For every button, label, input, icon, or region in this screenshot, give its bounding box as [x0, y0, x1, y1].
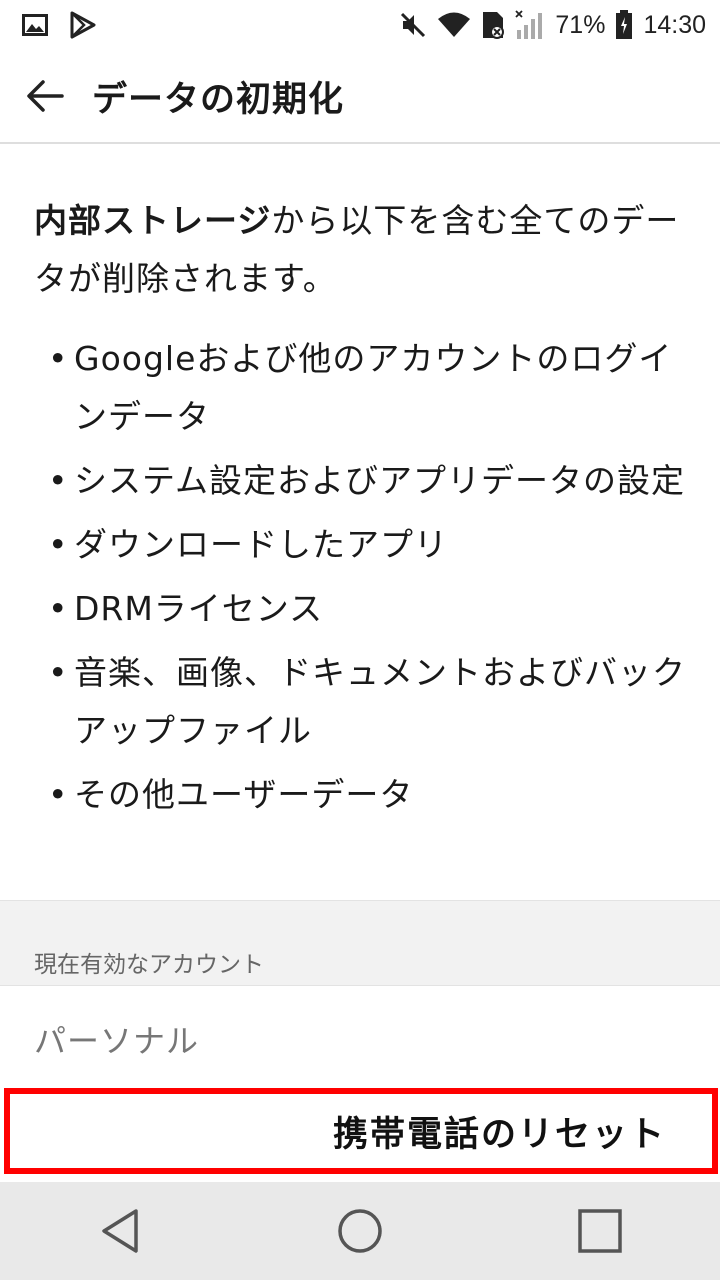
intro-text: 内部ストレージから以下を含む全てのデータが削除されます。 — [34, 192, 690, 308]
status-bar: 71% 14:30 — [0, 0, 720, 50]
nav-home-icon[interactable] — [330, 1201, 390, 1261]
accounts-section-header: 現在有効なアカウント — [0, 900, 720, 986]
play-store-icon — [70, 11, 96, 39]
screen: 71% 14:30 データの初期化 内部ストレージから以下を含む全てのデータが削… — [0, 0, 720, 1280]
back-arrow-icon[interactable] — [24, 75, 66, 117]
reset-phone-label: 携帯電話のリセット — [332, 1114, 666, 1155]
bullet-mark: • — [48, 461, 69, 500]
bullet-mark: • — [48, 525, 69, 564]
battery-percent: 71% — [555, 10, 606, 39]
reset-phone-button[interactable]: 携帯電話のリセット — [4, 1088, 718, 1174]
mute-icon — [399, 11, 427, 39]
list-item-text: その他ユーザーデータ — [74, 775, 414, 814]
list-item: • DRMライセンス — [34, 580, 690, 638]
account-type-label: パーソナル — [34, 1022, 200, 1060]
bullet-mark: • — [48, 775, 69, 814]
battery-icon — [615, 10, 633, 40]
status-left — [22, 11, 96, 39]
clock: 14:30 — [643, 10, 706, 39]
nav-back-icon[interactable] — [90, 1201, 150, 1261]
image-icon — [22, 14, 48, 36]
bullet-mark: • — [48, 339, 69, 378]
signal-icon — [515, 10, 545, 40]
list-item-text: Googleおよび他のアカウントのログインデータ — [74, 339, 673, 436]
list-item-text: DRMライセンス — [74, 589, 324, 628]
deletion-list: • Googleおよび他のアカウントのログインデータ • システム設定およびアプリデ… — [34, 330, 690, 824]
page-title: データの初期化 — [92, 79, 345, 120]
navigation-bar — [0, 1182, 720, 1280]
list-item-text: 音楽、画像、ドキュメントおよびバックアップファイル — [74, 653, 686, 750]
wifi-icon — [437, 12, 471, 38]
intro-bold: 内部ストレージ — [34, 201, 272, 240]
list-item: • システム設定およびアプリデータの設定 — [34, 452, 690, 510]
bullet-mark: • — [48, 589, 69, 628]
list-item: • ダウンロードしたアプリ — [34, 516, 690, 574]
app-bar: データの初期化 — [0, 50, 720, 144]
list-item: • その他ユーザーデータ — [34, 766, 690, 824]
status-right: 71% 14:30 — [399, 10, 706, 40]
sim-icon — [481, 10, 505, 40]
nav-recents-icon[interactable] — [570, 1201, 630, 1261]
bullet-mark: • — [48, 653, 69, 692]
content: 内部ストレージから以下を含む全てのデータが削除されます。 • Googleおよび他… — [0, 146, 720, 900]
list-item: • 音楽、画像、ドキュメントおよびバックアップファイル — [34, 644, 690, 760]
list-item: • Googleおよび他のアカウントのログインデータ — [34, 330, 690, 446]
list-item-text: システム設定およびアプリデータの設定 — [74, 461, 686, 500]
list-item-text: ダウンロードしたアプリ — [74, 525, 448, 564]
